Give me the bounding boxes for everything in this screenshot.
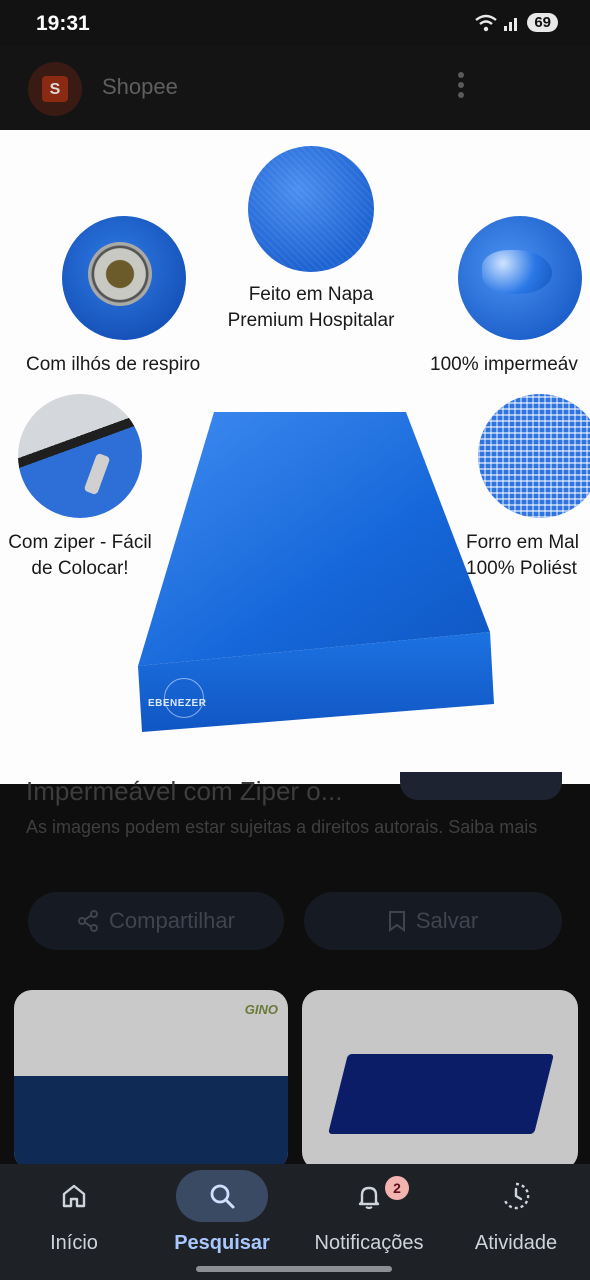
related-brand-logo: GINO xyxy=(244,1002,278,1017)
brand-logo: EBENEZER xyxy=(148,698,207,709)
caption-ilhos: Com ilhós de respiro xyxy=(26,354,201,375)
nav-item-inicio[interactable]: Início xyxy=(28,1164,120,1264)
nav-item-notificacoes[interactable]: 2 Notificações xyxy=(306,1164,432,1264)
nav-label: Início xyxy=(50,1232,98,1254)
save-button[interactable]: Salvar xyxy=(304,892,562,950)
home-indicator[interactable] xyxy=(196,1266,392,1272)
home-icon xyxy=(62,1184,86,1208)
share-label: Compartilhar xyxy=(109,908,235,933)
signal-icon xyxy=(504,17,518,31)
search-icon xyxy=(210,1184,235,1209)
caption-napa: Feito em Napa Premium Hospitalar xyxy=(227,284,395,331)
notification-badge: 2 xyxy=(385,1176,409,1200)
product-image[interactable]: Feito em Napa Premium Hospitalar Com ilh… xyxy=(0,130,590,784)
nav-label: Notificações xyxy=(314,1232,424,1254)
share-icon xyxy=(78,910,99,932)
nav-label: Pesquisar xyxy=(174,1232,270,1254)
waterproof-image xyxy=(458,216,582,340)
wifi-icon xyxy=(475,14,498,31)
result-title[interactable]: Impermeável com Ziper o... xyxy=(26,776,342,807)
bookmark-icon xyxy=(388,911,405,932)
napa-texture-image xyxy=(248,146,374,272)
nav-item-atividade[interactable]: Atividade xyxy=(470,1164,562,1264)
status-time: 19:31 xyxy=(36,12,90,35)
app-bar: S Shopee xyxy=(0,46,590,130)
nav-label: Atividade xyxy=(474,1232,558,1254)
shopee-logo[interactable]: S xyxy=(28,62,82,116)
related-image-card[interactable]: GINO xyxy=(14,990,288,1170)
more-options-icon[interactable] xyxy=(458,72,466,102)
visit-button[interactable] xyxy=(400,772,562,800)
zipper-image xyxy=(18,394,142,518)
copyright-notice[interactable]: As imagens podem estar sujeitas a direit… xyxy=(26,814,556,840)
battery-indicator: 69 xyxy=(527,13,558,32)
save-label: Salvar xyxy=(415,908,479,933)
bell-icon xyxy=(358,1186,380,1210)
status-icons: 69 xyxy=(475,13,558,32)
share-button[interactable]: Compartilhar xyxy=(28,892,284,950)
caption-impermeavel: 100% impermeáv xyxy=(430,354,578,375)
shopee-bag-icon: S xyxy=(42,76,68,102)
caption-ziper: Com ziper - Fácil de Colocar! xyxy=(8,532,152,579)
bottom-navigation: Início Pesquisar 2 Notificações Atividad… xyxy=(0,1164,590,1280)
nav-item-pesquisar[interactable]: Pesquisar xyxy=(174,1164,270,1264)
mattress-illustration: EBENEZER xyxy=(138,412,498,742)
related-image-card[interactable] xyxy=(302,990,578,1170)
app-title: Shopee xyxy=(102,74,178,99)
activity-icon xyxy=(503,1182,530,1210)
status-bar: 19:31 69 xyxy=(0,0,590,46)
eyelet-image xyxy=(62,216,186,340)
